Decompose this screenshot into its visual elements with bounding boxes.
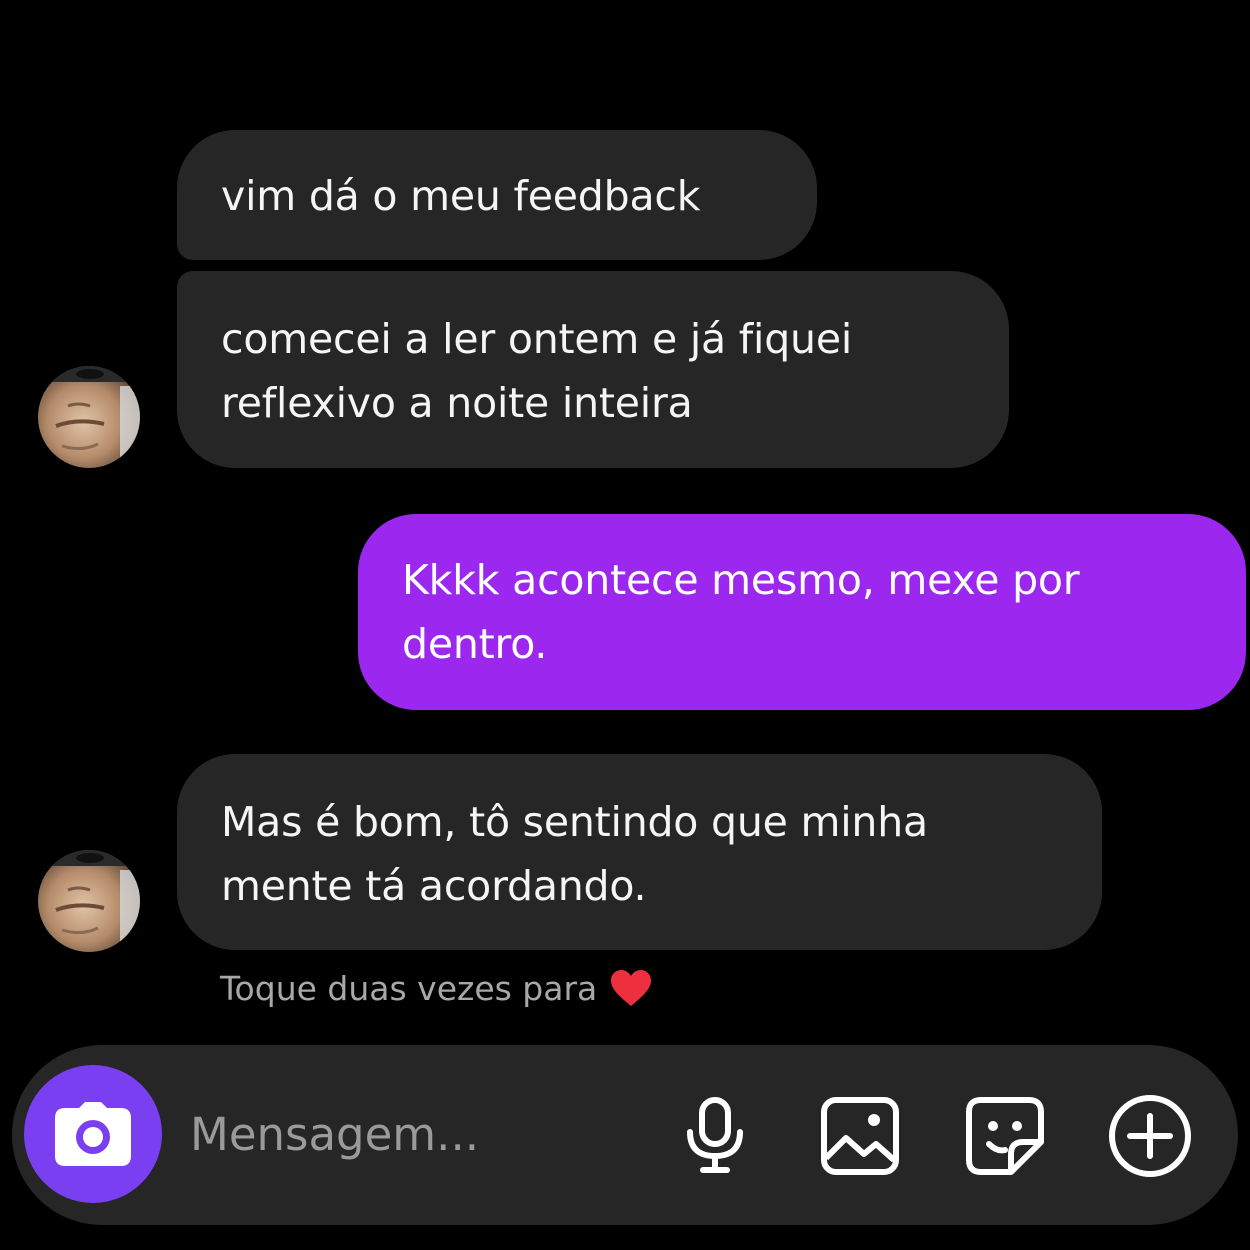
plus-button[interactable] [1107, 1093, 1193, 1179]
heart-icon [611, 970, 652, 1006]
camera-button[interactable] [24, 1065, 162, 1203]
sender-avatar[interactable] [38, 366, 140, 468]
sticker-icon [966, 1097, 1044, 1175]
microphone-button[interactable] [672, 1093, 758, 1179]
message-bubble-incoming[interactable]: Mas é bom, tô sentindo que minha mente t… [177, 754, 1102, 950]
microphone-icon [687, 1097, 743, 1173]
message-bubble-incoming[interactable]: vim dá o meu feedback [177, 130, 817, 260]
message-text: dentro. [402, 620, 548, 668]
message-text: reflexivo a noite inteira [221, 379, 693, 427]
message-text: Mas é bom, tô sentindo que minha [221, 798, 928, 846]
camera-icon [55, 1102, 131, 1166]
message-text: Kkkk acontece mesmo, mexe por [402, 556, 1080, 604]
gallery-icon [821, 1097, 899, 1175]
gallery-button[interactable] [817, 1093, 903, 1179]
sender-avatar[interactable] [38, 850, 140, 952]
message-text: vim dá o meu feedback [221, 172, 701, 220]
message-text: comecei a ler ontem e já fiquei [221, 315, 853, 363]
message-bubble-outgoing[interactable]: Kkkk acontece mesmo, mexe por dentro. [358, 514, 1246, 710]
message-input[interactable] [190, 1089, 660, 1179]
avatar-photo [38, 850, 140, 952]
sticker-button[interactable] [962, 1093, 1048, 1179]
message-text: mente tá acordando. [221, 862, 647, 910]
avatar-photo [38, 366, 140, 468]
message-bubble-incoming[interactable]: comecei a ler ontem e já fiquei reflexiv… [177, 271, 1009, 468]
plus-icon [1109, 1095, 1191, 1177]
hint-text: Toque duas vezes para [220, 968, 598, 1008]
double-tap-hint: Toque duas vezes para [220, 968, 653, 1008]
message-composer [12, 1045, 1238, 1225]
